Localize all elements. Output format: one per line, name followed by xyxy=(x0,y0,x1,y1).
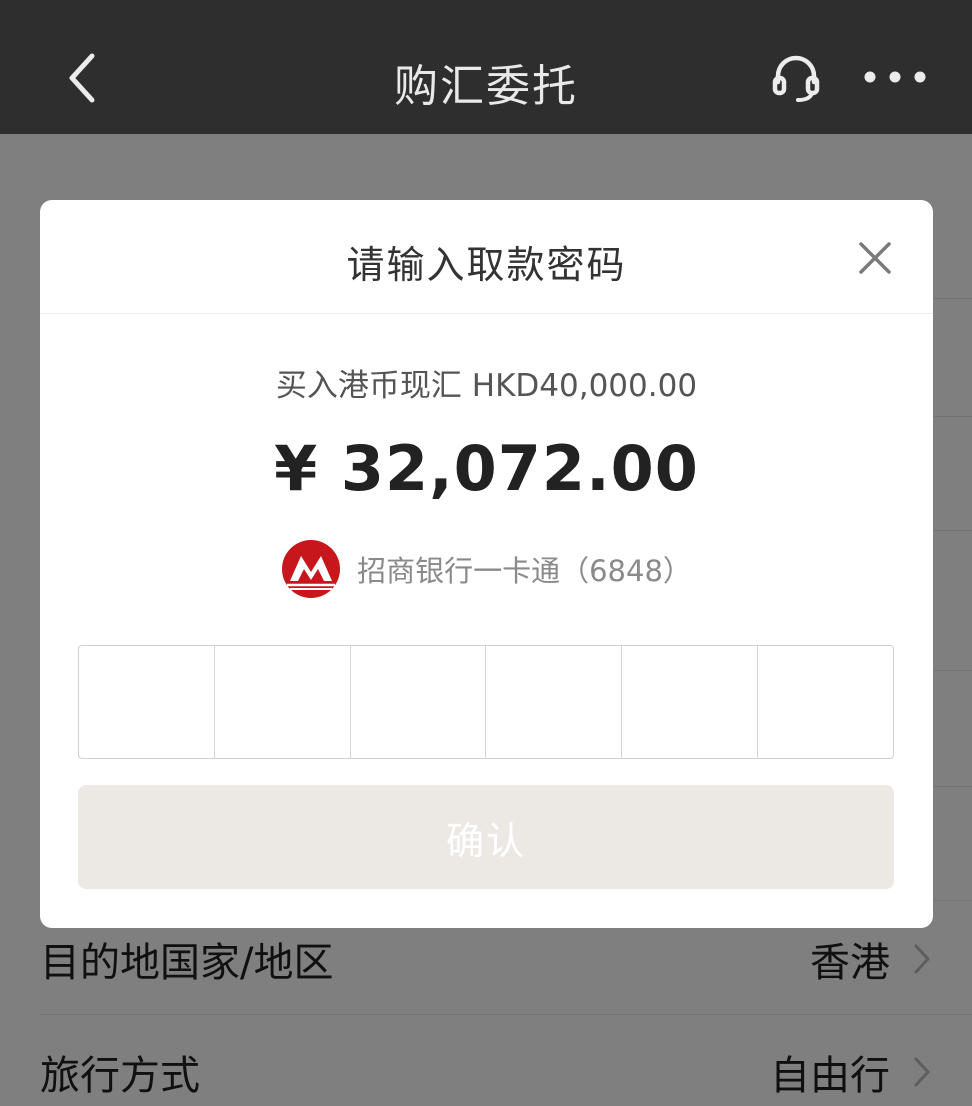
cmb-bank-logo-icon xyxy=(282,540,341,598)
payment-card: 招商银行一卡通（6848） xyxy=(40,538,933,600)
card-label: 招商银行一卡通（6848） xyxy=(357,554,692,588)
headset-icon[interactable] xyxy=(770,52,822,104)
chevron-right-icon xyxy=(914,944,930,974)
confirm-button[interactable]: 确认 xyxy=(78,785,894,889)
password-dialog: 请输入取款密码 买入港币现汇 HKD40,000.00 ¥ 32,072.00 … xyxy=(40,200,933,928)
travel-mode-row[interactable]: 旅行方式 自由行 xyxy=(40,1027,932,1106)
more-dots-icon[interactable] xyxy=(860,62,930,92)
dialog-title: 请输入取款密码 xyxy=(346,243,627,287)
chevron-right-icon xyxy=(914,1057,930,1087)
pin-digit-box[interactable] xyxy=(486,646,623,758)
pin-digit-box[interactable] xyxy=(79,646,215,758)
close-icon[interactable] xyxy=(855,238,895,278)
travel-mode-value: 自由行 xyxy=(770,1053,890,1099)
travel-mode-label: 旅行方式 xyxy=(40,1053,200,1099)
pin-digit-box[interactable] xyxy=(622,646,759,758)
transaction-description: 买入港币现汇 HKD40,000.00 xyxy=(275,368,698,404)
pin-input[interactable] xyxy=(78,645,894,759)
pin-digit-box[interactable] xyxy=(215,646,351,758)
nav-bar: 购汇委托 xyxy=(0,0,972,134)
purchase-fx-page: 购汇委托 目的地国家/地区 香港 旅行方式 自由行 请输入取款密码 买入港币现汇… xyxy=(0,0,972,1106)
destination-value: 香港 xyxy=(810,940,890,986)
row-divider xyxy=(40,1014,972,1015)
page-title: 购汇委托 xyxy=(394,61,578,112)
pin-digit-box[interactable] xyxy=(351,646,487,758)
pin-digit-box[interactable] xyxy=(758,646,893,758)
destination-label: 目的地国家/地区 xyxy=(40,940,334,986)
dialog-divider xyxy=(40,313,933,314)
payment-amount: ¥ 32,072.00 xyxy=(274,432,699,505)
